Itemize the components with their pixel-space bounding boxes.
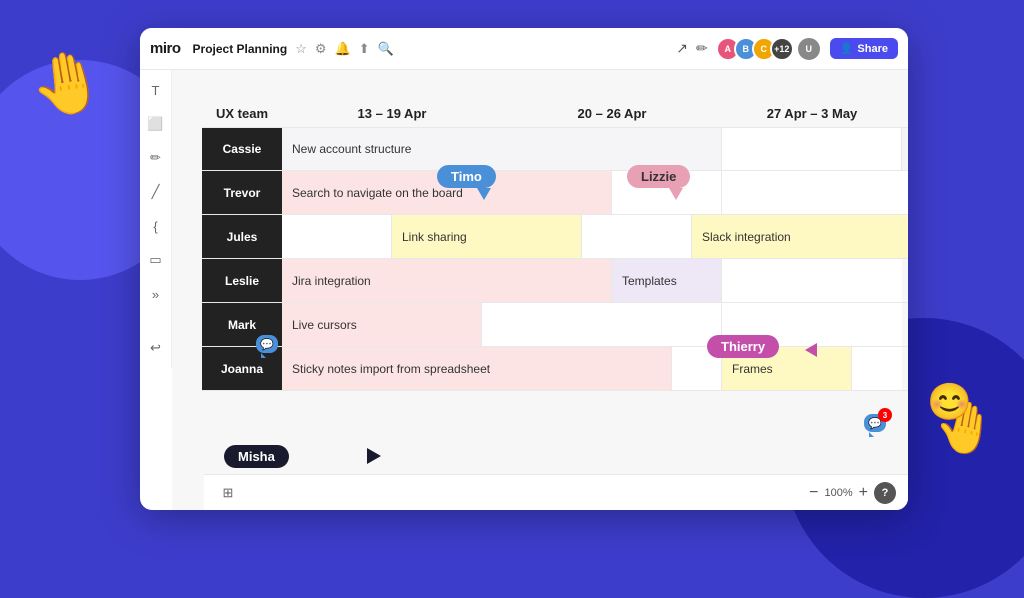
cell-trevor-1: Search to navigate on the board (282, 171, 612, 214)
pen-tool[interactable]: ✏ (144, 146, 168, 170)
share-label: Share (857, 43, 888, 55)
cell-joanna-4 (852, 347, 902, 390)
shape-tool[interactable]: ⬜ (144, 112, 168, 136)
col-header-week2: 20 – 26 Apr (502, 100, 722, 127)
row-cells-leslie: Jira integration Templates (282, 259, 908, 302)
row-cells-jules: Link sharing Slack integration (282, 215, 908, 258)
table-row: Cassie New account structure New account (202, 127, 908, 171)
row-cells-cassie: New account structure New account (282, 128, 908, 170)
row-label-leslie: Leslie (202, 259, 282, 302)
share-button[interactable]: 👤 Share (830, 38, 898, 59)
table-row: Mark Live cursors (202, 303, 908, 347)
star-icon[interactable]: ☆ (295, 41, 307, 57)
cell-leslie-3 (722, 259, 902, 302)
cursor-label-misha: Misha (224, 445, 289, 468)
row-cells-trevor: Search to navigate on the board (282, 171, 908, 214)
app-logo: miro (150, 40, 181, 57)
export-icon[interactable]: ⬆ (359, 41, 370, 57)
row-label-joanna: Joanna (202, 347, 282, 390)
cell-joanna-2 (672, 347, 722, 390)
cell-mark-3 (722, 303, 902, 346)
grid-icon[interactable]: ⊞ (216, 481, 240, 505)
bracket-tool[interactable]: { (144, 214, 168, 238)
frame-tool[interactable]: ▭ (144, 248, 168, 272)
zoom-level: 100% (825, 487, 853, 499)
col-header-ux: UX team (202, 100, 282, 127)
board-rows: Cassie New account structure New account… (202, 127, 908, 391)
row-label-trevor: Trevor (202, 171, 282, 214)
cell-cassie-1: New account structure (282, 128, 722, 170)
search-icon[interactable]: 🔍 (378, 41, 394, 57)
cell-jules-1 (282, 215, 392, 258)
cell-cassie-3: New account (902, 128, 908, 170)
cell-jules-2: Link sharing (392, 215, 582, 258)
table-row: Leslie Jira integration Templates (202, 259, 908, 303)
chat-count: 3 (878, 408, 892, 422)
chat-bubble-2[interactable]: 💬 3 (864, 414, 886, 432)
row-label-cassie: Cassie (202, 128, 282, 170)
table-row: Jules Link sharing Slack integration (202, 215, 908, 259)
text-tool[interactable]: T (144, 78, 168, 102)
line-tool[interactable]: ╱ (144, 180, 168, 204)
topbar-right: ↗ ✏ A B C +12 U 👤 Share (676, 36, 898, 62)
cell-mark-2 (482, 303, 722, 346)
cell-leslie-1: Jira integration (282, 259, 612, 302)
pen-icon[interactable]: ✏ (696, 40, 708, 57)
user-avatar: U (796, 36, 822, 62)
cell-joanna-1: Sticky notes import from spreadsheet (282, 347, 672, 390)
left-toolbar: T ⬜ ✏ ╱ { ▭ » ↩ (140, 70, 172, 368)
zoom-in-button[interactable]: + (859, 484, 868, 502)
avatar-count: +12 (770, 37, 794, 61)
cell-jules-4: Slack integration (692, 215, 908, 258)
settings-icon[interactable]: ⚙ (315, 41, 327, 57)
col-header-week1: 13 – 19 Apr (282, 100, 502, 127)
bottom-bar: ⊞ − 100% + ? (204, 474, 908, 510)
cell-jules-3 (582, 215, 692, 258)
cell-joanna-3: Frames (722, 347, 852, 390)
col-header-week3: 27 Apr – 3 May (722, 100, 902, 127)
column-headers: UX team 13 – 19 Apr 20 – 26 Apr 27 Apr –… (282, 100, 908, 127)
row-label-jules: Jules (202, 215, 282, 258)
chat-icon-1: 💬 (260, 338, 274, 351)
bell-icon[interactable]: 🔔 (335, 41, 351, 57)
topbar: miro Project Planning ☆ ⚙ 🔔 ⬆ 🔍 ↗ ✏ A B … (140, 28, 908, 70)
cell-leslie-2: Templates (612, 259, 722, 302)
cursor-icon[interactable]: ↗ (676, 40, 688, 57)
misha-name: Misha (238, 449, 275, 464)
help-button[interactable]: ? (874, 482, 896, 504)
main-window: miro Project Planning ☆ ⚙ 🔔 ⬆ 🔍 ↗ ✏ A B … (140, 28, 908, 510)
row-cells-joanna: Sticky notes import from spreadsheet Fra… (282, 347, 908, 390)
zoom-controls: − 100% + ? (809, 482, 896, 504)
canvas: UX team 13 – 19 Apr 20 – 26 Apr 27 Apr –… (172, 70, 908, 510)
row-cells-mark: Live cursors (282, 303, 908, 346)
board: UX team 13 – 19 Apr 20 – 26 Apr 27 Apr –… (202, 100, 908, 391)
undo-tool[interactable]: ↩ (144, 336, 168, 360)
avatar-group: A B C +12 (716, 37, 794, 61)
table-row: Trevor Search to navigate on the board (202, 171, 908, 215)
cell-trevor-3 (722, 171, 908, 214)
cell-cassie-2 (722, 128, 902, 170)
project-title: Project Planning (193, 42, 288, 56)
share-icon: 👤 (840, 42, 854, 55)
cell-mark-1: Live cursors (282, 303, 482, 346)
table-row: Joanna Sticky notes import from spreadsh… (202, 347, 908, 391)
more-tool[interactable]: » (144, 282, 168, 306)
zoom-out-button[interactable]: − (809, 484, 818, 502)
chat-bubble-1[interactable]: 💬 (256, 335, 278, 353)
cell-trevor-2 (612, 171, 722, 214)
